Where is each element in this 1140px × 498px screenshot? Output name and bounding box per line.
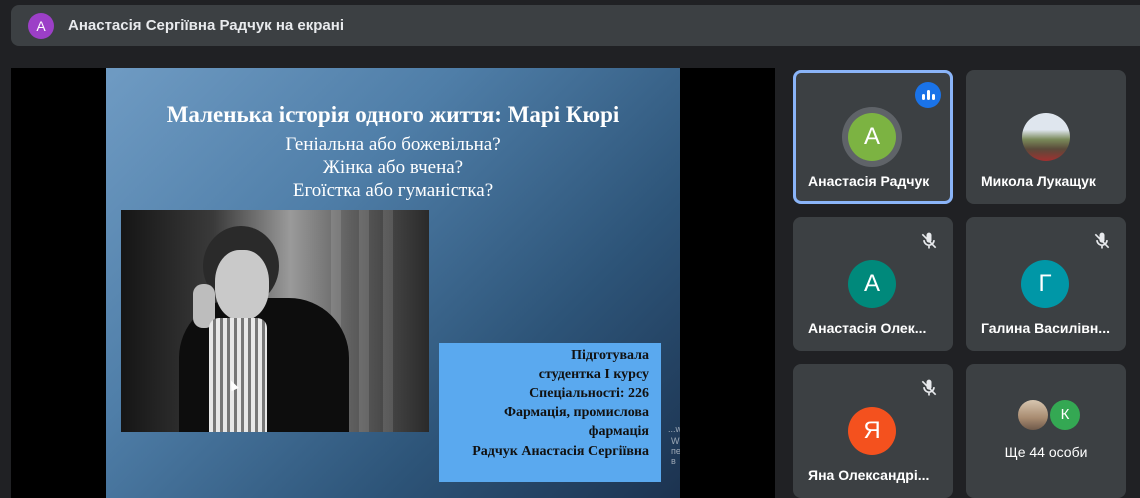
participant-name: Микола Лукащук [981,173,1096,189]
shared-screen[interactable]: Маленька історія одного життя: Марі Кюрі… [11,68,775,498]
participant-avatar: Г [1021,260,1069,308]
participant-avatar: А [848,113,896,161]
mic-off-icon [921,232,937,249]
slide-subtitle-3: Егоїстка або гуманістка? [292,180,494,201]
presenting-title: Анастасія Сергіївна Радчук на екрані [68,17,345,34]
participant-avatar: К [1050,400,1080,430]
slide-subtitle-1: Геніальна або божевільна? [285,134,501,155]
more-participants-tile[interactable]: К Ще 44 особи [966,364,1126,498]
participant-tile[interactable]: А Анастасія Радчук [793,70,953,204]
credits-line: студентка І курсу [538,367,649,382]
slide-credits-box: Підготувала студентка І курсу Спеціально… [439,343,661,482]
credits-line: Фармація, промислова [503,405,649,420]
participant-name: Анастасія Радчук [808,173,930,189]
activation-watermark: Windows, перейдите в [671,436,680,466]
presentation-banner: А Анастасія Сергіївна Радчук на екрані [11,5,1140,46]
slide-subtitle-2: Жінка або вчена? [322,157,464,178]
mic-off-icon [921,379,937,396]
participant-tile[interactable]: Г Галина Василівн... [966,217,1126,351]
slide-title: Маленька історія одного життя: Марі Кюрі [166,102,620,127]
participant-name: Галина Василівн... [981,320,1110,336]
presenter-avatar: А [28,13,54,39]
speaking-indicator-icon [915,82,941,108]
credits-line: Спеціальності: 226 [529,386,649,401]
participant-tile[interactable]: А Анастасія Олек... [793,217,953,351]
credits-line: фармація [588,424,649,439]
activation-watermark: ...ws [668,424,680,434]
marie-curie-photo [121,210,429,432]
participant-name: Анастасія Олек... [808,320,927,336]
participant-tile[interactable]: Микола Лукащук [966,70,1126,204]
credits-line: Підготувала [571,348,649,363]
participant-avatar: А [848,260,896,308]
mic-off-icon [1094,232,1110,249]
participant-photo-avatar [1022,113,1070,161]
participant-photo-avatar [1018,400,1048,430]
more-participants-label: Ще 44 особи [1004,444,1088,460]
participant-tile[interactable]: Я Яна Олександрі... [793,364,953,498]
credits-line: Радчук Анастасія Сергіївна [472,444,649,459]
presentation-slide: Маленька історія одного життя: Марі Кюрі… [106,68,680,498]
participant-avatar: Я [848,407,896,455]
participant-name: Яна Олександрі... [808,467,930,483]
